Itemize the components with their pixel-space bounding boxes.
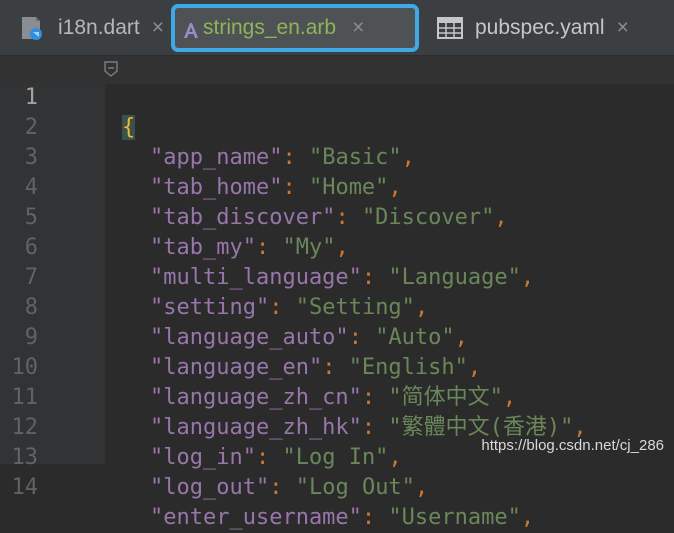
- tab-label: strings_en.arb: [203, 16, 336, 40]
- code-line: 8 "language_auto": "Auto",: [0, 263, 674, 293]
- code-line: 5 "tab_my": "My",: [0, 173, 674, 203]
- tab-pubspec-yaml[interactable]: pubspec.yaml ×: [437, 4, 629, 52]
- comma: ,: [415, 475, 428, 500]
- code-line: 12 "log_in": "Log In",: [0, 383, 674, 413]
- arb-file-icon: [181, 20, 201, 40]
- colon: :: [362, 505, 389, 530]
- code-line: 11 "language_zh_hk": "繁體中文(香港)",: [0, 353, 674, 383]
- close-icon[interactable]: ×: [617, 16, 629, 40]
- colon: :: [269, 475, 296, 500]
- code-line: 1 {: [0, 53, 674, 83]
- code-line: 7 "setting": "Setting",: [0, 233, 674, 263]
- json-key: "log_out": [150, 475, 269, 500]
- close-icon[interactable]: ×: [352, 16, 364, 40]
- watermark: https://blog.csdn.net/cj_286: [481, 437, 664, 454]
- code-line: 2 "app_name": "Basic",: [0, 83, 674, 113]
- tab-label: i18n.dart: [58, 16, 140, 40]
- dart-file-icon: [18, 15, 44, 41]
- yaml-file-icon: [437, 17, 463, 39]
- tab-strings-en-arb[interactable]: strings_en.arb ×: [171, 4, 419, 52]
- tab-label: pubspec.yaml: [475, 16, 605, 40]
- code-line: 10 "language_zh_cn": "简体中文",: [0, 323, 674, 353]
- json-key: "enter_username": [150, 505, 362, 530]
- editor-tab-bar: i18n.dart × strings_en.arb × pubspec.yam…: [0, 0, 674, 56]
- json-value: "Log Out": [296, 475, 415, 500]
- line-number: 14: [0, 473, 38, 503]
- close-icon[interactable]: ×: [152, 16, 164, 40]
- code-line: 6 "multi_language": "Language",: [0, 203, 674, 233]
- comma: ,: [521, 505, 534, 530]
- json-value: "Username": [388, 505, 520, 530]
- code-line: 9 "language_en": "English",: [0, 293, 674, 323]
- tab-i18n-dart[interactable]: i18n.dart ×: [18, 4, 164, 52]
- code-line: 3 "tab_home": "Home",: [0, 113, 674, 143]
- code-line: 4 "tab_discover": "Discover",: [0, 143, 674, 173]
